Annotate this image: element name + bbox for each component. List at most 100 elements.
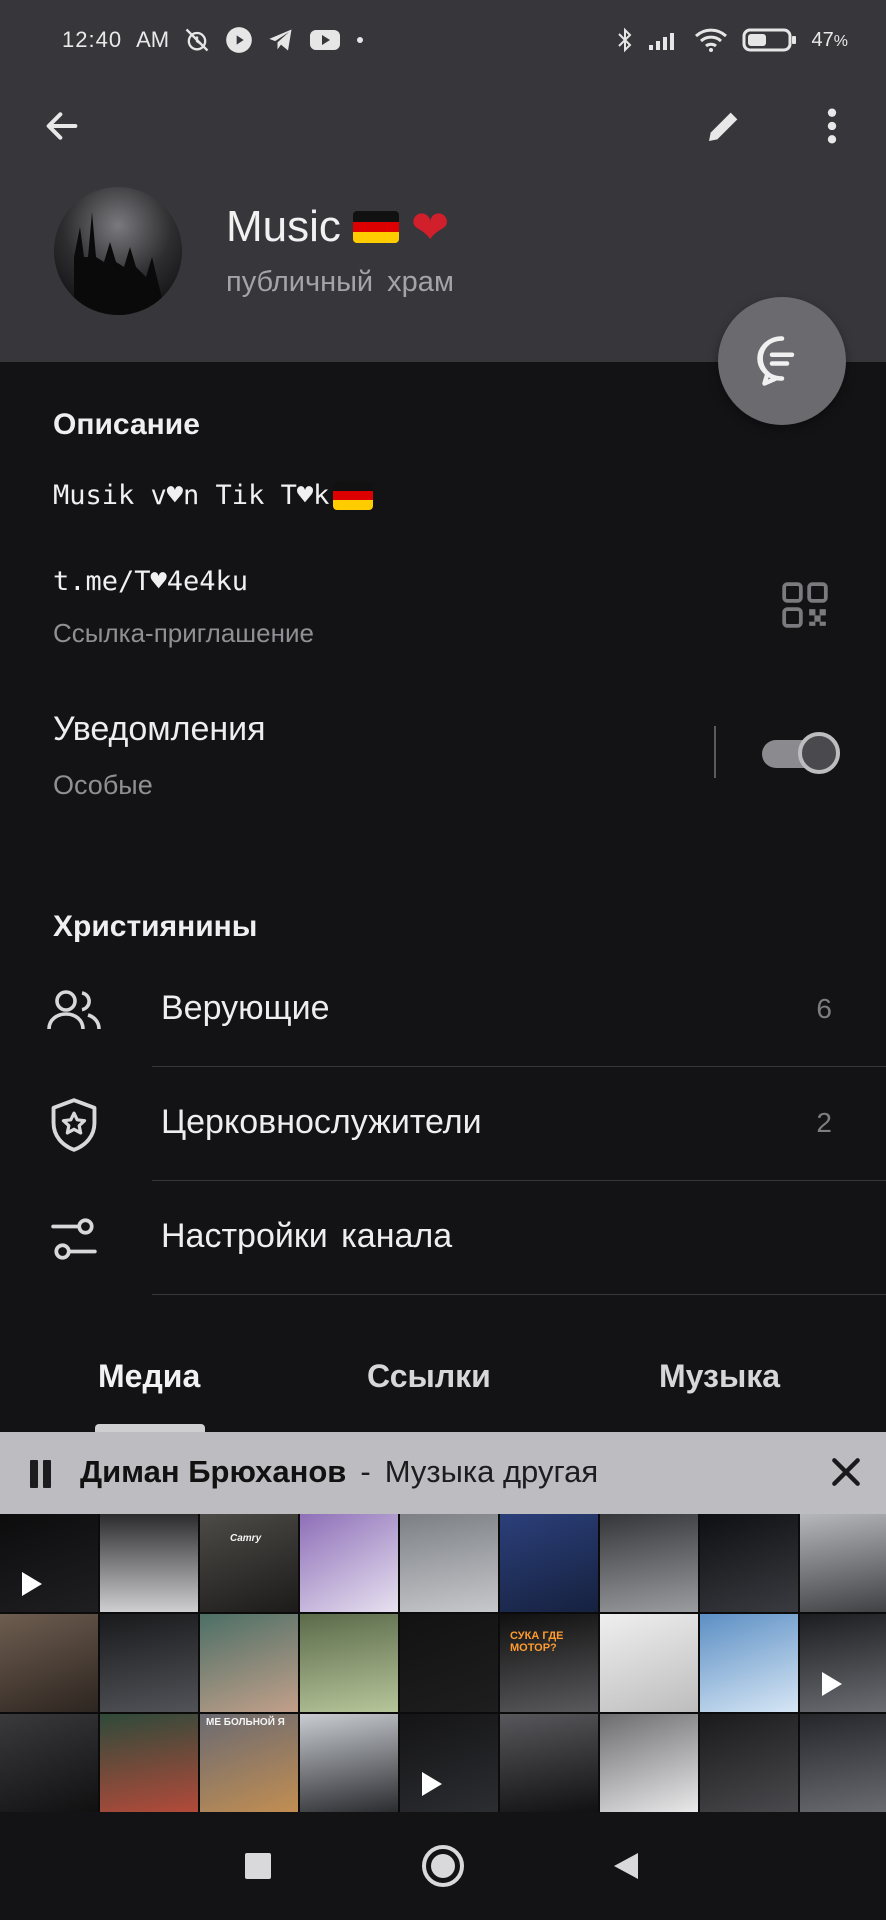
wifi-icon bbox=[694, 27, 728, 53]
back-nav-button[interactable] bbox=[594, 1834, 658, 1898]
circle-home-icon bbox=[422, 1845, 464, 1887]
toggle-knob bbox=[798, 732, 840, 774]
notifications-title[interactable]: Уведомления bbox=[53, 710, 266, 749]
media-thumbnail[interactable] bbox=[600, 1514, 698, 1612]
row-count-believers: 6 bbox=[816, 993, 832, 1024]
square-icon bbox=[245, 1853, 271, 1879]
channel-avatar[interactable] bbox=[54, 187, 182, 315]
media-thumbnail[interactable] bbox=[500, 1714, 598, 1812]
media-thumbnail[interactable] bbox=[300, 1614, 398, 1712]
media-thumbnail[interactable]: Camry bbox=[200, 1514, 298, 1612]
signal-icon bbox=[648, 28, 680, 52]
media-thumbnail[interactable] bbox=[300, 1514, 398, 1612]
play-icon bbox=[422, 1772, 442, 1796]
status-right: 47% bbox=[616, 26, 848, 54]
qr-code-icon bbox=[782, 582, 828, 628]
invite-link-label: Ссылка-приглашение bbox=[53, 618, 314, 648]
pencil-icon bbox=[709, 112, 738, 141]
triangle-back-icon bbox=[614, 1853, 638, 1879]
tab-links[interactable]: Ссылки bbox=[367, 1358, 491, 1395]
tab-music[interactable]: Музыка bbox=[659, 1358, 780, 1395]
status-time: 12:40 bbox=[62, 27, 123, 52]
battery-icon bbox=[742, 27, 798, 53]
media-thumbnail[interactable] bbox=[0, 1514, 98, 1612]
battery-unit: % bbox=[833, 32, 848, 50]
description-title: Описание bbox=[53, 408, 200, 441]
media-thumbnail[interactable] bbox=[100, 1614, 198, 1712]
flag-germany-icon bbox=[333, 481, 374, 510]
channel-subtitle: публичный храм bbox=[226, 266, 454, 298]
player-artist: Диман Брюханов bbox=[80, 1454, 347, 1489]
media-thumbnail[interactable] bbox=[700, 1614, 798, 1712]
shield-star-icon bbox=[46, 1097, 102, 1153]
media-grid: Camry СУКА ГДЕ МОТОР? МЕ БОЛЬНОЙ Я bbox=[0, 1514, 886, 1812]
system-nav-bar bbox=[0, 1812, 886, 1920]
notifications-toggle[interactable] bbox=[762, 730, 840, 774]
media-thumbnail[interactable] bbox=[400, 1714, 498, 1812]
battery-value: 47 bbox=[811, 28, 834, 51]
media-thumbnail[interactable]: СУКА ГДЕ МОТОР? bbox=[500, 1614, 598, 1712]
sliders-icon bbox=[46, 1211, 102, 1267]
red-heart-icon: ❤ bbox=[410, 201, 450, 253]
youtube-icon bbox=[309, 28, 341, 52]
media-tabs: Медиа Ссылки Музыка bbox=[0, 1340, 886, 1432]
list-item-believers[interactable]: Верующие 6 bbox=[0, 953, 886, 1067]
tab-indicator bbox=[95, 1424, 205, 1432]
bluetooth-icon bbox=[616, 26, 634, 54]
discuss-button[interactable] bbox=[718, 297, 846, 425]
media-thumbnail[interactable] bbox=[200, 1614, 298, 1712]
media-thumbnail[interactable] bbox=[800, 1614, 886, 1712]
channel-name: Music bbox=[226, 202, 341, 251]
status-ampm: AM bbox=[136, 27, 170, 52]
media-thumbnail[interactable] bbox=[800, 1714, 886, 1812]
media-thumbnail[interactable] bbox=[700, 1514, 798, 1612]
media-thumbnail[interactable] bbox=[800, 1514, 886, 1612]
media-thumbnail[interactable] bbox=[400, 1514, 498, 1612]
audio-player-bar[interactable]: Диман Брюханов - Музыка другая bbox=[0, 1432, 886, 1514]
status-left: 12:40 AM bbox=[62, 26, 365, 54]
close-icon[interactable] bbox=[826, 1452, 866, 1492]
list-item-clergy[interactable]: Церковнослужители 2 bbox=[0, 1067, 886, 1181]
media-thumbnail[interactable] bbox=[600, 1714, 698, 1812]
recents-button[interactable] bbox=[226, 1834, 290, 1898]
dot-icon bbox=[355, 35, 365, 45]
tab-media[interactable]: Медиа bbox=[98, 1358, 200, 1395]
play-icon bbox=[22, 1572, 42, 1596]
notifications-subtitle: Особые bbox=[53, 770, 153, 800]
media-thumbnail[interactable] bbox=[300, 1714, 398, 1812]
telegram-icon bbox=[267, 26, 295, 54]
home-button[interactable] bbox=[411, 1834, 475, 1898]
media-thumbnail[interactable] bbox=[0, 1614, 98, 1712]
row-label-believers: Верующие bbox=[161, 989, 330, 1027]
media-thumbnail[interactable] bbox=[600, 1614, 698, 1712]
chat-bubble-icon bbox=[757, 336, 795, 386]
more-button[interactable] bbox=[800, 94, 864, 158]
description-body: Musik v♥n Tik T♥k bbox=[53, 480, 330, 511]
qr-code-button[interactable] bbox=[780, 580, 830, 630]
invite-link[interactable]: t.me/T♥4e4ku bbox=[53, 566, 248, 597]
list-item-channel-settings[interactable]: Настройки канала bbox=[0, 1181, 886, 1295]
media-thumbnail[interactable] bbox=[500, 1514, 598, 1612]
media-thumbnail[interactable] bbox=[100, 1714, 198, 1812]
media-thumbnail[interactable] bbox=[400, 1614, 498, 1712]
media-thumbnail[interactable] bbox=[700, 1714, 798, 1812]
row-label-channel-settings: Настройки канала bbox=[161, 1217, 453, 1255]
description-text: Musik v♥n Tik T♥k bbox=[53, 480, 374, 511]
more-vertical-icon bbox=[827, 108, 837, 144]
media-thumbnail[interactable]: МЕ БОЛЬНОЙ Я bbox=[200, 1714, 298, 1812]
media-thumbnail[interactable] bbox=[0, 1714, 98, 1812]
player-track-info[interactable]: Диман Брюханов - Музыка другая bbox=[80, 1454, 598, 1490]
thumbnail-caption: Camry bbox=[230, 1533, 262, 1544]
battery-percent: 47% bbox=[812, 29, 848, 52]
members-section-title: Християнины bbox=[53, 910, 258, 943]
pause-icon[interactable] bbox=[28, 1460, 54, 1488]
player-separator: - bbox=[360, 1454, 371, 1489]
flag-germany-icon bbox=[352, 211, 399, 243]
back-button[interactable] bbox=[30, 94, 94, 158]
edit-button[interactable] bbox=[692, 94, 756, 158]
channel-title: Music ❤ bbox=[226, 202, 449, 252]
row-count-clergy: 2 bbox=[816, 1107, 832, 1138]
youtube-music-icon bbox=[225, 26, 253, 54]
media-thumbnail[interactable] bbox=[100, 1514, 198, 1612]
users-icon bbox=[46, 983, 102, 1039]
